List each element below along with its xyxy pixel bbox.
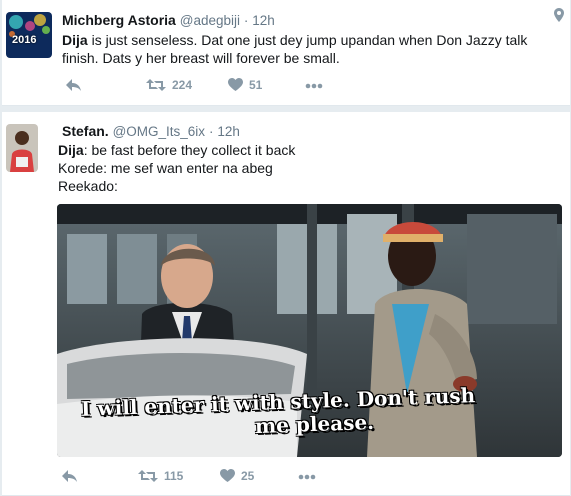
like-count: 51 (249, 78, 263, 92)
tweet-text-rest: is just senseless. Dat one just dey jump… (62, 32, 528, 66)
mention-text: Dija (58, 142, 84, 158)
reply-icon (66, 79, 81, 91)
tweet-actions: 224 51 (62, 78, 542, 98)
retweet-count: 224 (172, 78, 193, 92)
author-handle[interactable]: @adegbiji (180, 13, 240, 28)
retweet-count: 115 (164, 469, 184, 483)
like-button[interactable]: 51 (228, 78, 262, 92)
tweet-text: Dija is just senseless. Dat one just dey… (62, 31, 552, 67)
mention-text: Dija (62, 32, 88, 48)
reply-button[interactable] (65, 78, 82, 92)
heart-icon (228, 78, 243, 91)
heart-icon (220, 469, 235, 482)
retweet-icon (146, 79, 166, 91)
like-count: 25 (241, 469, 255, 483)
tweet-card[interactable]: 2016 Michberg Astoria @adegbiji · 12h Di… (2, 0, 570, 106)
tweet-card[interactable]: Stefan. @OMG_Its_6ix · 12h Dija: be fast… (2, 112, 570, 496)
reply-button[interactable] (61, 469, 78, 483)
author-name[interactable]: Michberg Astoria (62, 12, 176, 28)
tweet-header: Michberg Astoria @adegbiji · 12h (62, 12, 275, 28)
retweet-icon (138, 470, 158, 482)
tweet-header: Stefan. @OMG_Its_6ix · 12h (62, 123, 240, 139)
timestamp[interactable]: 12h (252, 13, 275, 28)
tweet-text: Dija: be fast before they collect it bac… (58, 141, 552, 195)
more-icon (298, 474, 316, 480)
tweet-media-image[interactable]: I will enter it with style. Don't rush m… (57, 204, 562, 457)
avatar[interactable] (6, 124, 38, 172)
retweet-button[interactable]: 115 (138, 469, 183, 483)
separator: · (243, 13, 249, 28)
tweet-text-line3: Reekado: (58, 178, 118, 194)
tweet-text-line2: Korede: me sef wan enter na abeg (58, 160, 273, 176)
more-button[interactable] (298, 474, 316, 480)
tweet-actions: 115 25 (62, 469, 542, 489)
tweet-text-line1: : be fast before they collect it back (83, 142, 296, 158)
reply-icon (62, 470, 77, 482)
timestamp[interactable]: 12h (217, 124, 240, 139)
location-pin-icon[interactable] (554, 8, 564, 22)
more-icon (305, 83, 323, 89)
author-name[interactable]: Stefan. (62, 123, 109, 139)
more-button[interactable] (305, 83, 323, 89)
author-handle[interactable]: @OMG_Its_6ix (113, 124, 205, 139)
avatar-badge-text: 2016 (12, 34, 37, 46)
avatar[interactable]: 2016 (6, 12, 52, 58)
separator: · (208, 124, 214, 139)
retweet-button[interactable]: 224 (146, 78, 192, 92)
media-caption-line2: me please. (254, 409, 375, 439)
like-button[interactable]: 25 (220, 469, 254, 483)
